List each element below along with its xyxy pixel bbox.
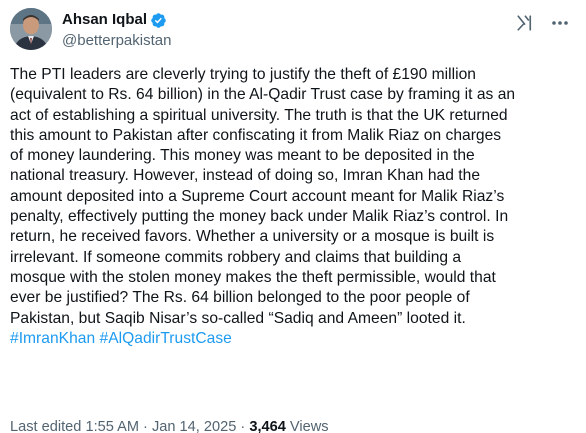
verified-badge-icon [150,12,167,29]
edited-timestamp[interactable]: Last edited 1:55 AM · Jan 14, 2025 · [10,419,249,433]
author-avatar[interactable] [10,8,52,50]
tweet-text: The PTI leaders are cleverly trying to j… [10,65,578,349]
tweet-card: Ahsan Iqbal @betterpakistan The PTI lead… [0,0,586,433]
tweet-header: Ahsan Iqbal @betterpakistan [10,8,576,54]
tweet-body-text: The PTI leaders are cleverly trying to j… [10,66,516,327]
tweet-meta: Last edited 1:55 AM · Jan 14, 2025 · 3,4… [10,418,329,433]
tweet-hashtags[interactable]: #ImranKhan #AlQadirTrustCase [10,330,232,347]
views-count: 3,464 [249,419,286,433]
author-display-name[interactable]: Ahsan Iqbal [62,10,147,30]
grok-icon[interactable] [516,14,534,32]
views-label: Views [285,419,329,433]
more-options-icon[interactable] [550,14,570,32]
author-handle[interactable]: @betterpakistan [62,31,171,51]
